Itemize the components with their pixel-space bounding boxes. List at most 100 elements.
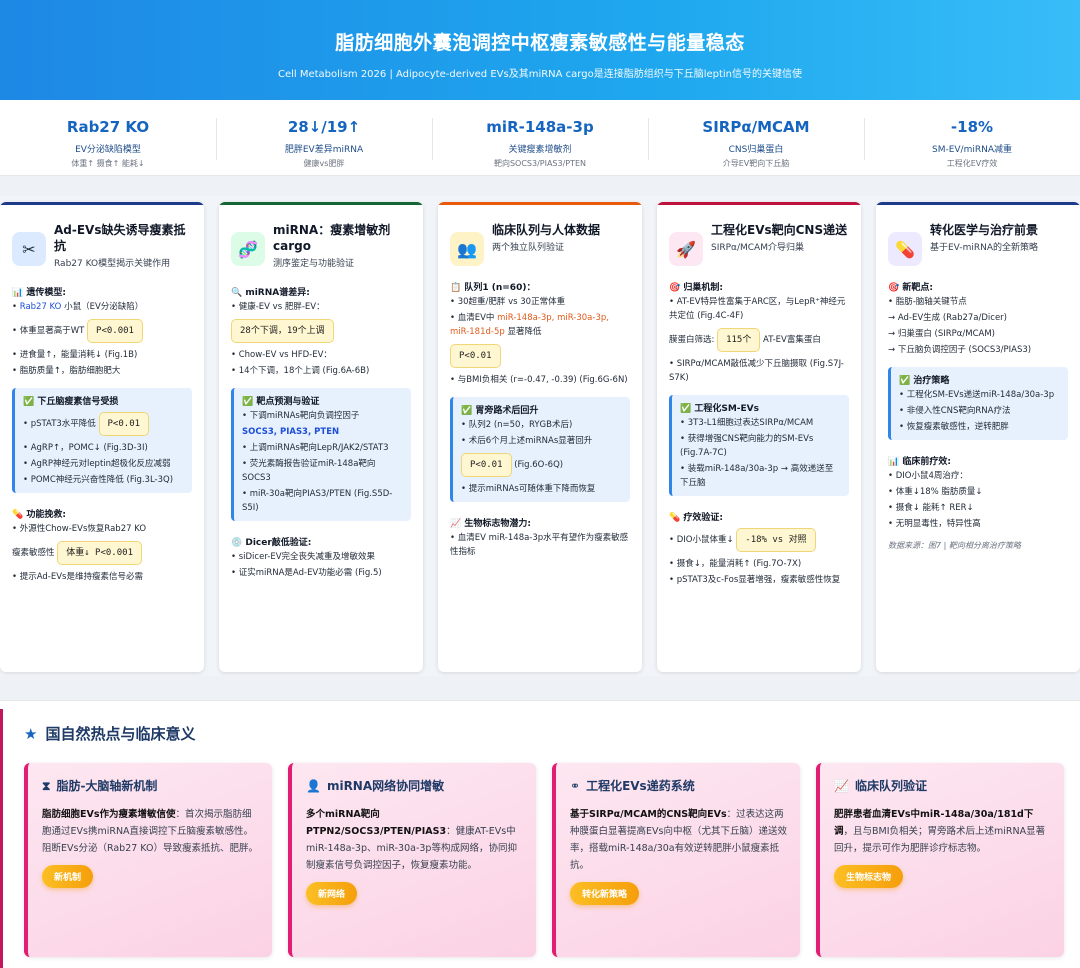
stat-label: SM-EV/miRNA减重	[931, 145, 1012, 155]
list-item: • 体重显著高于WT P<0.001	[12, 316, 192, 346]
list-item: → 下丘脑负调控因子 (SOCS3/PIAS3)	[888, 345, 1032, 355]
list-item: • 装载miR-148a/30a-3p → 高效递送至下丘脑	[680, 464, 834, 488]
stat-label: CNS归巢蛋白	[728, 145, 784, 155]
card-accent-bar	[219, 202, 423, 205]
card-mirna: 🧬 miRNA：瘦素增敏剂cargo 测序鉴定与功能验证 🔍 miRNA谱差异:…	[219, 202, 423, 672]
stat-note: 体重↑ 摄食↑ 能耗↓	[71, 159, 145, 168]
people-icon: 👥	[450, 232, 484, 266]
data-source: 数据来源：图7 | 靶向相分离治疗策略	[888, 541, 1021, 550]
stat-value: miR-148a-3p	[486, 118, 594, 136]
list-item: • 血清EV miR-148a-3p水平有望作为瘦素敏感性指标	[450, 533, 629, 557]
list-item: • 非侵入性CNS靶向RNA疗法	[899, 406, 1011, 416]
section-heading: 🎯 归巢机制:	[669, 283, 723, 293]
highlight-body: 脂肪细胞EVs作为瘦素增敏信使：首次揭示脂肪细胞通过EVs携miRNA直接调控下…	[42, 809, 258, 854]
list-item: → Ad-EV生成 (Rab27a/Dicer)	[888, 313, 1007, 323]
list-item: • 外源性Chow-EVs恢复Rab27 KO	[12, 524, 147, 534]
check-icon: ✅	[242, 397, 257, 407]
list-item: • siDicer-EV完全丧失减重及增敏效果	[231, 552, 376, 562]
efficacy-badge: -18% vs 对照	[736, 528, 816, 552]
pvalue-badge: 体重↓ P<0.001	[57, 541, 142, 565]
section-heading: 📋 队列1 (n=60)：	[450, 283, 536, 293]
stat-value: Rab27 KO	[66, 118, 150, 136]
target-icon: 🎯	[669, 283, 684, 293]
pvalue-badge: P<0.001	[87, 319, 143, 343]
card-accent-bar	[876, 202, 1080, 205]
list-item: • 荧光素酶报告验证miR-148a靶向SOCS3	[242, 459, 376, 483]
card-translational: 💊 转化医学与治疗前景 基于EV-miRNA的全新策略 🎯 新靶点: • 脂肪-…	[876, 202, 1080, 672]
stat-item: -18% SM-EV/miRNA减重 工程化EV疗效	[864, 100, 1080, 175]
list-item: • 恢复瘦素敏感性，逆转肥胖	[899, 422, 1009, 432]
section-heading: 🔍 miRNA谱差异:	[231, 288, 310, 298]
list-item: • 脂肪质量↑，脂肪细胞肥大	[12, 366, 121, 376]
card-engineered-evs: 🚀 工程化EVs靶向CNS递送 SIRPα/MCAM介导归巢 🎯 归巢机制: •…	[657, 202, 861, 672]
stat-item: miR-148a-3p 关键瘦素增敏剂 靶向SOCS3/PIAS3/PTEN	[432, 100, 648, 175]
rocket-icon: 🚀	[669, 232, 703, 266]
highlight-card: 📈 临床队列验证 肥胖患者血清EVs中miR-148a/30a/181d下调，且与…	[816, 763, 1064, 957]
card-title: 工程化EVs靶向CNS递送	[711, 223, 848, 237]
card-accent-bar	[438, 202, 642, 205]
scissors-icon: ✂	[12, 232, 46, 266]
stat-item: Rab27 KO EV分泌缺陷模型 体重↑ 摄食↑ 能耗↓	[0, 100, 216, 175]
stat-note: 靶向SOCS3/PIAS3/PTEN	[493, 159, 587, 168]
highlight-title: ⧗ 脂肪-大脑轴新机制	[42, 779, 158, 793]
section-heading: 📊 临床前疗效:	[888, 457, 951, 467]
list-item: • Rab27 KO 小鼠（EV分泌缺陷）	[12, 302, 144, 312]
capsules-icon: ⚭	[570, 779, 581, 793]
list-item: 膜蛋白筛选: 115个 AT-EV富集蛋白	[669, 325, 849, 355]
list-item: • miR-30a靶向PIAS3/PTEN (Fig.S5D-S5I)	[242, 489, 393, 513]
target-icon: 🎯	[888, 283, 903, 293]
card-accent-bar	[0, 202, 204, 205]
section-heading: ✅ 胃旁路术后回升	[461, 406, 539, 416]
highlight-card: 👤 miRNA网络协同增敏 多个miRNA靶向PTPN2/SOCS3/PTEN/P…	[288, 763, 536, 957]
stat-note: 介导EV靶向下丘脑	[722, 159, 790, 168]
list-item: → 归巢蛋白 (SIRPα/MCAM)	[888, 329, 995, 339]
list-item: • AgRP神经元对leptin超极化反应减弱	[23, 459, 171, 469]
stat-note: 工程化EV疗效	[946, 159, 998, 168]
list-item: • pSTAT3水平降低 P<0.01	[23, 409, 184, 439]
card-title: Ad-EVs缺失诱导瘦素抵抗	[54, 223, 186, 253]
card-subtitle: 两个独立队列验证	[492, 243, 565, 253]
list-item: • POMC神经元兴奋性降低 (Fig.3L-3Q)	[23, 475, 174, 485]
list-item: • DIO小鼠体重↓ -18% vs 对照	[669, 525, 849, 555]
line-chart-icon: 📈	[834, 779, 849, 793]
list-item: • DIO小鼠4周治疗：	[888, 471, 968, 481]
card-subtitle: 测序鉴定与功能验证	[273, 259, 355, 269]
list-item: • 3T3-L1细胞过表达SIRPα/MCAM	[680, 418, 814, 428]
check-icon: ✅	[461, 406, 476, 416]
list-item: • 进食量↑，能量消耗↓ (Fig.1B)	[12, 350, 138, 360]
chart-icon: 📊	[888, 457, 903, 467]
highlight-tag: 生物标志物	[834, 865, 904, 888]
list-item: • 30超重/肥胖 vs 30正常体重	[450, 297, 566, 307]
card-subtitle: 基于EV-miRNA的全新策略	[930, 243, 1038, 253]
highlight-tag: 新网络	[306, 882, 358, 905]
list-item: • AT-EV特异性富集于ARC区，与LepR⁺神经元共定位 (Fig.4C-4…	[669, 297, 846, 321]
card-title: 转化医学与治疗前景	[930, 223, 1039, 237]
list-item: P<0.01 (Fig.6O-6Q)	[461, 450, 622, 480]
list-item: • SIRPα/MCAM敲低减少下丘脑摄取 (Fig.S7J-S7K)	[669, 359, 844, 383]
highlight-card: ⧗ 脂肪-大脑轴新机制 脂肪细胞EVs作为瘦素增敏信使：首次揭示脂肪细胞通过EVs…	[24, 763, 272, 957]
list-item: • 下调miRNAs靶向负调控因子	[242, 411, 360, 421]
highlight-title: 📈 临床队列验证	[834, 779, 927, 793]
star-icon: ★	[24, 725, 38, 743]
highlight-tag: 新机制	[42, 865, 94, 888]
chart-icon: 📊	[12, 288, 27, 298]
significance-section: ★ 国自然热点与临床意义 ⧗ 脂肪-大脑轴新机制 脂肪细胞EVs作为瘦素增敏信使：首…	[0, 700, 1080, 968]
pill-icon: 💊	[669, 513, 684, 523]
highlight-title: ⚭ 工程化EVs递药系统	[570, 779, 695, 793]
list-item: • 脂肪-脑轴关键节点	[888, 297, 967, 307]
section-heading: ✅ 靶点预测与验证	[242, 397, 320, 407]
highlight-box: ✅ 下丘脑瘦素信号受损 • pSTAT3水平降低 P<0.01 • AgRP↑，…	[12, 388, 192, 493]
list-item: • 上调miRNAs靶向LepR/JAK2/STAT3	[242, 443, 389, 453]
stat-label: 肥胖EV差异miRNA	[284, 145, 364, 155]
pill-icon: 💊	[12, 510, 27, 520]
list-item: • 工程化SM-EVs递送miR-148a/30a-3p	[899, 390, 1055, 400]
dna-icon: 🧬	[231, 232, 265, 266]
list-item: • 队列2 (n=50，RYGB术后)	[461, 420, 573, 430]
stat-label: EV分泌缺陷模型	[75, 145, 141, 155]
stat-label: 关键瘦素增敏剂	[508, 145, 572, 155]
stat-item: SIRPα/MCAM CNS归巢蛋白 介导EV靶向下丘脑	[648, 100, 864, 175]
list-item: • 血清EV中 miR-148a-3p, miR-30a-3p, miR-181…	[450, 313, 609, 337]
stat-value: 28↓/19↑	[287, 118, 361, 136]
card-clinical: 👥 临床队列与人体数据 两个独立队列验证 📋 队列1 (n=60)： • 30超…	[438, 202, 642, 672]
check-icon: ✅	[899, 376, 914, 386]
